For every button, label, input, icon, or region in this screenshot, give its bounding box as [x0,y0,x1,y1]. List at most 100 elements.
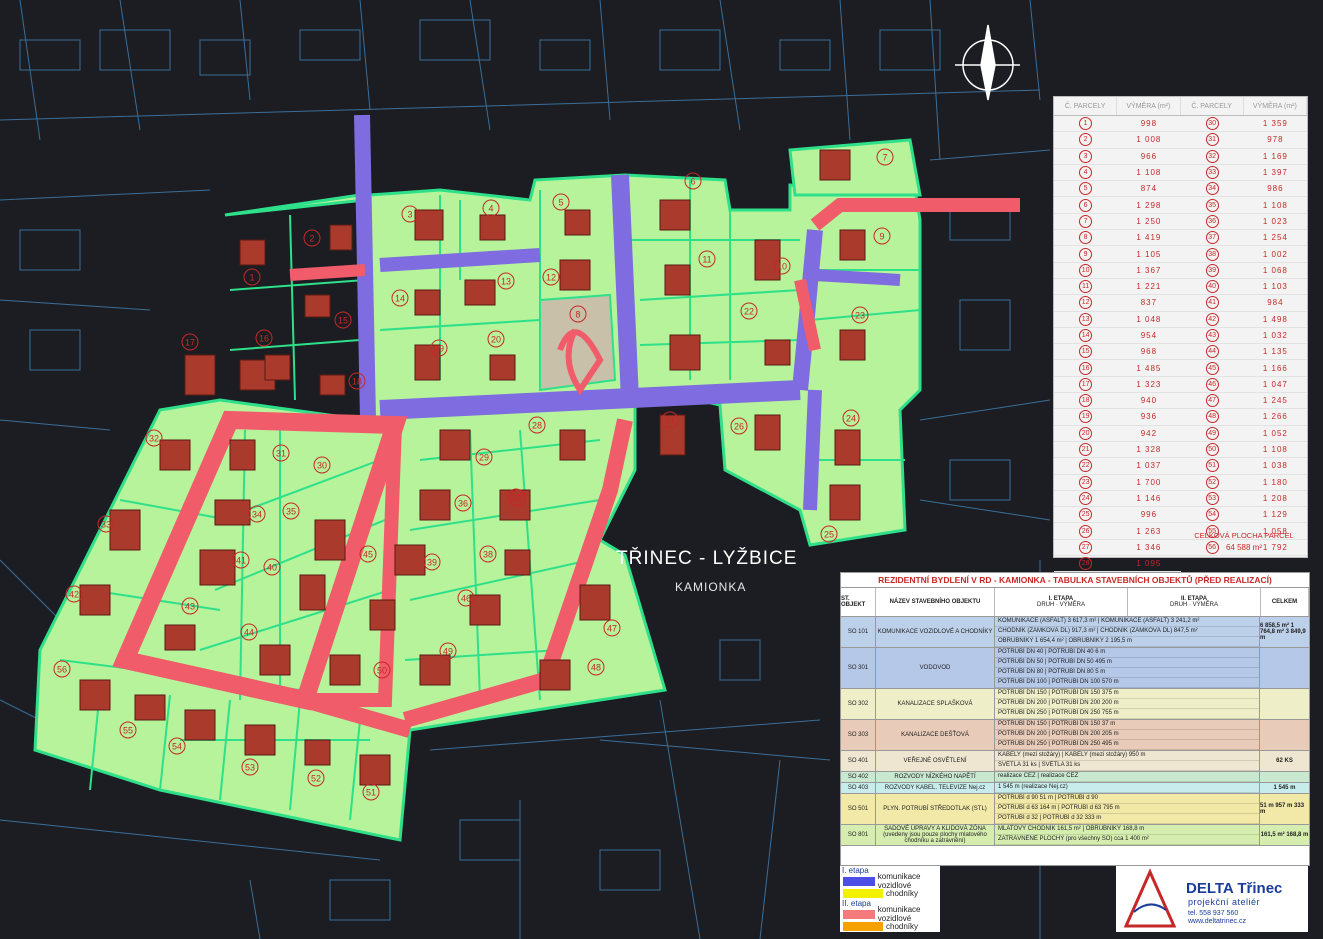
legend-swatch-e1-walk [843,888,883,898]
parcel-number-cell: 7 [1054,214,1117,228]
object-details: POTRUBÍ DN 150 | POTRUBÍ DN 150 37 m POTR… [995,720,1260,750]
parcel-row: 31 978 [1180,132,1307,149]
parcel-label-text: 55 [123,726,133,736]
parcel-number: 37 [1205,231,1219,245]
object-code: SO 101 [841,617,876,647]
object-detail-line: POTRUBÍ d 32 | POTRUBÍ d 32 333 m [995,814,1259,824]
object-code: SO 302 [841,689,876,719]
parcel-label-text: 41 [236,556,246,566]
parcel-label-text: 28 [532,421,542,431]
parcel-number: 9 [1079,247,1093,261]
parcel-row: 33 1 397 [1180,165,1307,182]
h-vymera-1: VÝMĚRA [1059,602,1086,608]
parcel-number-cell: 52 [1181,475,1244,489]
parcel-number: 51 [1205,459,1219,473]
parcel-area: 1 023 [1262,216,1288,226]
h-etapa2-sub: DRUH · VÝMĚRA [1169,602,1219,608]
parcel-label-text: 49 [443,647,453,657]
h-etapa2: II. ETAPA DRUH · VÝMĚRA [1128,588,1261,616]
parcel-area: 1 146 [1136,493,1162,503]
parcel-label-text: 31 [276,449,286,459]
parcel-row: 51 1 038 [1180,458,1307,475]
parcel-label-text: 36 [458,499,468,509]
parcel-number-cell: 27 [1054,540,1117,554]
parcel-number: 48 [1205,410,1219,424]
parcel-number-cell: 19 [1054,410,1117,424]
parcel-number: 7 [1079,214,1093,228]
object-details: MLATOVÝ CHODNÍK 161,5 m² | OBRUBNÍKY 168… [995,825,1260,845]
parcel-number: 2 [1079,133,1093,147]
object-name: KANALIZACE DEŠŤOVÁ [876,720,995,750]
parcel-area: 1 002 [1262,249,1288,259]
parcel-label-text: 26 [734,422,744,432]
parcel-row: 13 1 048 [1054,312,1181,328]
object-detail-line: 1 545 m (realizace Nej.cz) [995,783,1259,793]
legend-e2-road: komunikace vozidlové [840,905,940,923]
parcel-row: 17 1 323 [1054,377,1181,394]
object-name: VEŘEJNÉ OSVĚTLENÍ [876,751,995,771]
parcel-number: 5 [1079,182,1093,196]
parcel-number: 11 [1079,280,1093,294]
parcel-label-text: 50 [377,666,387,676]
parcel-number-cell: 24 [1054,491,1117,505]
object-total [1260,689,1309,719]
parcel-number: 35 [1205,198,1219,212]
parcel-area: 978 [1267,135,1284,145]
parcel-row: 24 1 146 [1054,491,1181,508]
parcel-label-text: 22 [744,307,754,317]
parcel-label-text: 52 [311,774,321,784]
parcel-area: 986 [1267,184,1284,194]
parcel-number: 31 [1205,133,1219,147]
object-name: VODOVOD [876,648,995,688]
parcel-number: 21 [1079,443,1093,457]
object-name: KOMUNIKACE VOZIDLOVÉ A CHODNÍKY [876,617,995,647]
parcel-label-text: 14 [395,294,405,304]
parcel-number: 22 [1079,459,1093,473]
parcel-number: 20 [1079,426,1093,440]
parcel-label: 15 [334,311,352,329]
legend: I. etapa komunikace vozidlové chodníky I… [840,866,940,932]
parcel-number-cell: 31 [1181,133,1244,147]
parcel-number-cell: 6 [1054,198,1117,212]
parcel-area: 1 266 [1262,412,1288,422]
parcel-row: 42 1 498 [1180,312,1307,328]
parcel-row: 21 1 328 [1054,442,1181,459]
parcel-table-right: 30 1 359 31 978 32 1 169 33 1 397 34 986 35 1 108 36… [1180,116,1307,589]
parcel-label-text: 38 [483,550,493,560]
object-code: SO 801 [841,825,876,845]
parcel-number-cell: 42 [1181,312,1244,326]
object-detail-line: MLATOVÝ CHODNÍK 161,5 m² | OBRUBNÍKY 168… [995,825,1259,835]
parcel-number-cell: 8 [1054,231,1117,245]
parcel-number: 54 [1205,508,1219,522]
parcel-area: 966 [1140,151,1158,161]
parcel-label-text: 13 [501,277,511,287]
parcel-area: 1 298 [1136,200,1162,210]
object-total: 161,5 m² 168,8 m [1260,832,1309,838]
parcel-number-cell: 47 [1181,394,1244,408]
parcel-number: 1 [1079,117,1093,131]
object-detail-line: CHODNÍK (ZÁMKOVÁ DL) 917,3 m² | CHODNÍK … [995,627,1259,637]
object-detail-line: POTRUBÍ DN 80 | POTRUBÍ DN 80 5 m [995,668,1259,678]
parcel-area: 1 419 [1136,233,1162,243]
parcel-area: 1 103 [1262,282,1288,292]
parcel-number-cell: 35 [1181,198,1244,212]
parcel-number: 39 [1205,263,1219,277]
parcel-label-text: 29 [479,453,489,463]
parcel-area: 1 323 [1136,379,1162,389]
parcel-number: 30 [1205,117,1219,131]
parcel-label-text: 33 [101,520,111,530]
parcel-area: 1 108 [1262,200,1288,210]
parcel-number: 43 [1205,329,1219,342]
parcel-label-text: 56 [57,665,67,675]
parcel-row: 2 1 008 [1054,132,1181,149]
parcel-number: 25 [1079,508,1093,522]
h-vymera-2: VÝMĚRA [1192,602,1219,608]
parcel-area: 936 [1140,412,1158,422]
parcel-area: 1 105 [1136,249,1162,259]
parcel-row: 3 966 [1054,149,1181,165]
parcel-number-cell: 36 [1181,214,1244,228]
parcel-label: 17 [181,333,199,351]
legend-e2-road-label: komunikace vozidlové [877,905,921,923]
object-name: PLYN. POTRUBÍ STŘEDOTLAK (STL) [876,794,995,824]
parcel-number: 34 [1205,182,1219,196]
